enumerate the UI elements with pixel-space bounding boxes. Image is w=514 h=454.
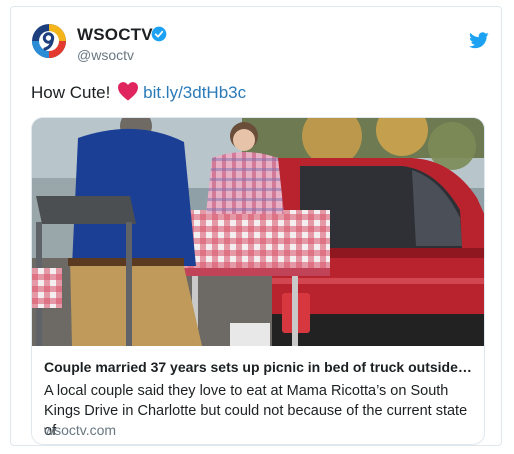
verified-badge-icon (151, 26, 167, 42)
card-domain[interactable]: wsoctv.com (44, 422, 116, 438)
tweet-link[interactable]: bit.ly/3dtHb3c (143, 83, 246, 102)
embedded-tweet: WSOCTV @wsoctv How Cute! bit.ly/3dtHb3c (10, 6, 502, 446)
author-handle[interactable]: @wsoctv (77, 47, 134, 63)
twitter-bird-icon[interactable] (469, 32, 489, 49)
wsoc-logo-avatar[interactable] (31, 23, 67, 59)
tweet-text-body: How Cute! (31, 83, 111, 102)
card-photo[interactable] (32, 118, 485, 346)
card-title[interactable]: Couple married 37 years sets up picnic i… (44, 359, 474, 375)
red-heart-icon (118, 82, 139, 101)
tweet-text: How Cute! bit.ly/3dtHb3c (31, 81, 246, 103)
author-display-name[interactable]: WSOCTV (77, 25, 153, 45)
link-preview-card[interactable]: Couple married 37 years sets up picnic i… (31, 117, 485, 445)
